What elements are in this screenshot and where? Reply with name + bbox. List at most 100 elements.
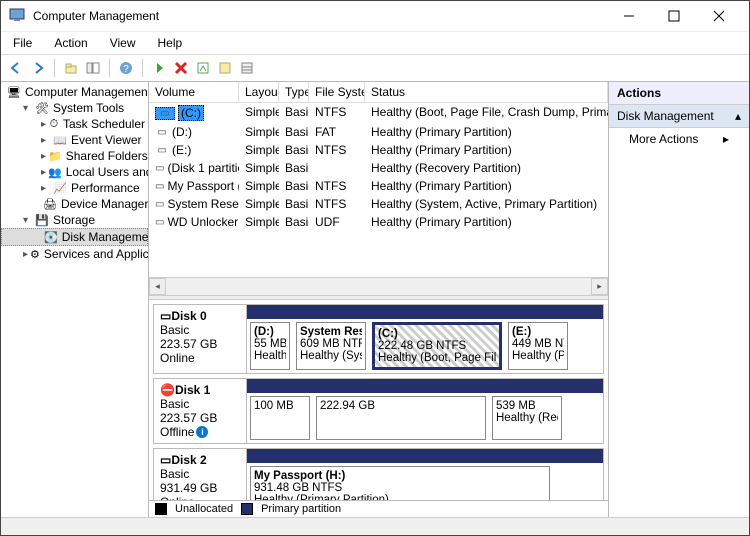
volume-fs: NTFS: [309, 195, 365, 213]
back-button[interactable]: [7, 59, 25, 77]
close-button[interactable]: [696, 1, 741, 31]
disk-size: 223.57 GB: [160, 411, 240, 425]
tree-scrollbar[interactable]: [1, 517, 749, 535]
partition-status: Healthy (Syste: [300, 350, 362, 362]
partition-slot[interactable]: 222.94 GB: [316, 396, 486, 440]
actions-header: Actions: [609, 82, 749, 105]
disk-row[interactable]: ▭Disk 0Basic223.57 GBOnline(D:)55 MB FHe…: [153, 304, 604, 374]
tree-shared-folders[interactable]: ▸📁Shared Folders: [1, 148, 148, 164]
chevron-right-icon: ▸: [723, 132, 729, 146]
partition-slot[interactable]: System Reser609 MB NTFSHealthy (Syste: [296, 322, 366, 370]
partition-slot[interactable]: My Passport (H:)931.48 GB NTFSHealthy (P…: [250, 466, 550, 500]
chevron-right-icon[interactable]: ▸: [41, 167, 46, 178]
actions-pane: Actions Disk Management ▴ More Actions ▸: [609, 82, 749, 517]
tree-local-users[interactable]: ▸👥Local Users and Groups: [1, 164, 148, 180]
menu-action[interactable]: Action: [50, 34, 91, 52]
legend-unallocated-label: Unallocated: [175, 503, 233, 515]
volume-row[interactable]: ▭(Disk 1 partition 3)SimpleBasicHealthy …: [149, 159, 608, 177]
volume-row[interactable]: ▭My Passport (H:)SimpleBasicNTFSHealthy …: [149, 177, 608, 195]
tree-event-viewer[interactable]: ▸📖Event Viewer: [1, 132, 148, 148]
tree-storage[interactable]: ▾💾Storage: [1, 212, 148, 228]
partition-slot[interactable]: (D:)55 MB FHealthy: [250, 322, 290, 370]
volume-row[interactable]: ▭WD Unlocker (G:)SimpleBasicUDFHealthy (…: [149, 213, 608, 231]
scroll-right-button[interactable]: ▸: [591, 278, 608, 295]
chevron-right-icon[interactable]: ▸: [41, 151, 46, 162]
actions-section[interactable]: Disk Management ▴: [609, 105, 749, 128]
volume-layout: Simple: [239, 213, 279, 231]
column-filesystem[interactable]: File System: [309, 82, 365, 102]
disk-size: 223.57 GB: [160, 337, 240, 351]
tree-performance[interactable]: ▸📈Performance: [1, 180, 148, 196]
tree-device-manager[interactable]: 🖨Device Manager: [1, 196, 148, 212]
volume-list-scrollbar[interactable]: ◂ ▸: [149, 277, 608, 295]
delete-button[interactable]: [172, 59, 190, 77]
volume-fs: UDF: [309, 213, 365, 231]
maximize-button[interactable]: [651, 1, 696, 31]
column-volume[interactable]: Volume: [149, 82, 239, 102]
chevron-down-icon[interactable]: ▾: [23, 103, 33, 114]
show-hide-button[interactable]: [84, 59, 102, 77]
drive-icon: ▭: [155, 217, 164, 228]
refresh-button[interactable]: [150, 59, 168, 77]
tree-system-tools[interactable]: ▾🛠System Tools: [1, 100, 148, 116]
tree-task-scheduler[interactable]: ▸⏱Task Scheduler: [1, 116, 148, 132]
properties-button[interactable]: [194, 59, 212, 77]
partition-title: System Reser: [300, 326, 362, 338]
partition-size: 449 MB NTFS: [512, 338, 564, 350]
list-view-button[interactable]: [238, 59, 256, 77]
disk-icon: ▭: [160, 309, 171, 323]
navigation-tree[interactable]: 🖥Computer Management (Local) ▾🛠System To…: [1, 82, 149, 517]
title-bar: Computer Management: [1, 1, 749, 31]
partition-title: (E:): [512, 326, 564, 338]
chevron-right-icon[interactable]: ▸: [23, 249, 28, 260]
computer-icon: 🖥: [7, 86, 21, 99]
legend-unallocated-swatch: [155, 503, 167, 515]
partition-size: 539 MB: [496, 400, 558, 412]
chevron-right-icon[interactable]: ▸: [41, 183, 51, 194]
volume-row[interactable]: ▭(C:)SimpleBasicNTFSHealthy (Boot, Page …: [149, 103, 608, 123]
up-button[interactable]: [62, 59, 80, 77]
volume-row[interactable]: ▭System ReservedSimpleBasicNTFSHealthy (…: [149, 195, 608, 213]
actions-more[interactable]: More Actions ▸: [609, 128, 749, 150]
help-button[interactable]: ?: [117, 59, 135, 77]
volume-fs: NTFS: [309, 141, 365, 159]
volume-row[interactable]: ▭(D:)SimpleBasicFATHealthy (Primary Part…: [149, 123, 608, 141]
menu-view[interactable]: View: [106, 34, 140, 52]
disk-type: Basic: [160, 323, 240, 337]
info-icon[interactable]: i: [196, 426, 208, 438]
volume-list-header[interactable]: Volume Layout Type File System Status: [149, 82, 608, 103]
column-type[interactable]: Type: [279, 82, 309, 102]
disk-bar: [247, 449, 603, 463]
settings-button[interactable]: [216, 59, 234, 77]
svg-text:?: ?: [123, 64, 129, 75]
volume-fs: NTFS: [309, 103, 365, 123]
forward-button[interactable]: [29, 59, 47, 77]
menu-file[interactable]: File: [9, 34, 36, 52]
disk-row[interactable]: ⛔Disk 1Basic223.57 GBOffline i100 MB222.…: [153, 378, 604, 444]
column-status[interactable]: Status: [365, 82, 608, 102]
minimize-button[interactable]: [606, 1, 651, 31]
tree-root[interactable]: 🖥Computer Management (Local): [1, 84, 148, 100]
volume-layout: Simple: [239, 123, 279, 141]
column-layout[interactable]: Layout: [239, 82, 279, 102]
menu-help[interactable]: Help: [154, 34, 187, 52]
scroll-left-button[interactable]: ◂: [149, 278, 166, 295]
volume-list[interactable]: Volume Layout Type File System Status ▭(…: [149, 82, 608, 295]
chevron-right-icon[interactable]: ▸: [41, 119, 48, 130]
volume-type: Basic: [279, 141, 309, 159]
partition-slot[interactable]: (E:)449 MB NTFSHealthy (Prim: [508, 322, 568, 370]
partition-slot[interactable]: 539 MBHealthy (Recovery: [492, 396, 562, 440]
partition-slot[interactable]: (C:)222.48 GB NTFSHealthy (Boot, Page Fi…: [372, 322, 502, 370]
volume-row[interactable]: ▭(E:)SimpleBasicNTFSHealthy (Primary Par…: [149, 141, 608, 159]
tree-disk-management[interactable]: 💽Disk Management: [1, 228, 148, 246]
disk-row[interactable]: ▭Disk 2Basic931.49 GBOnlineMy Passport (…: [153, 448, 604, 500]
volume-name: My Passport (H:): [167, 179, 239, 193]
tree-services[interactable]: ▸⚙Services and Applications: [1, 246, 148, 262]
partition-title: (C:): [378, 328, 496, 340]
chevron-right-icon[interactable]: ▸: [41, 135, 51, 146]
volume-type: Basic: [279, 213, 309, 231]
partition-slot[interactable]: 100 MB: [250, 396, 310, 440]
volume-type: Basic: [279, 123, 309, 141]
chevron-down-icon[interactable]: ▾: [23, 215, 33, 226]
volume-fs: NTFS: [309, 177, 365, 195]
